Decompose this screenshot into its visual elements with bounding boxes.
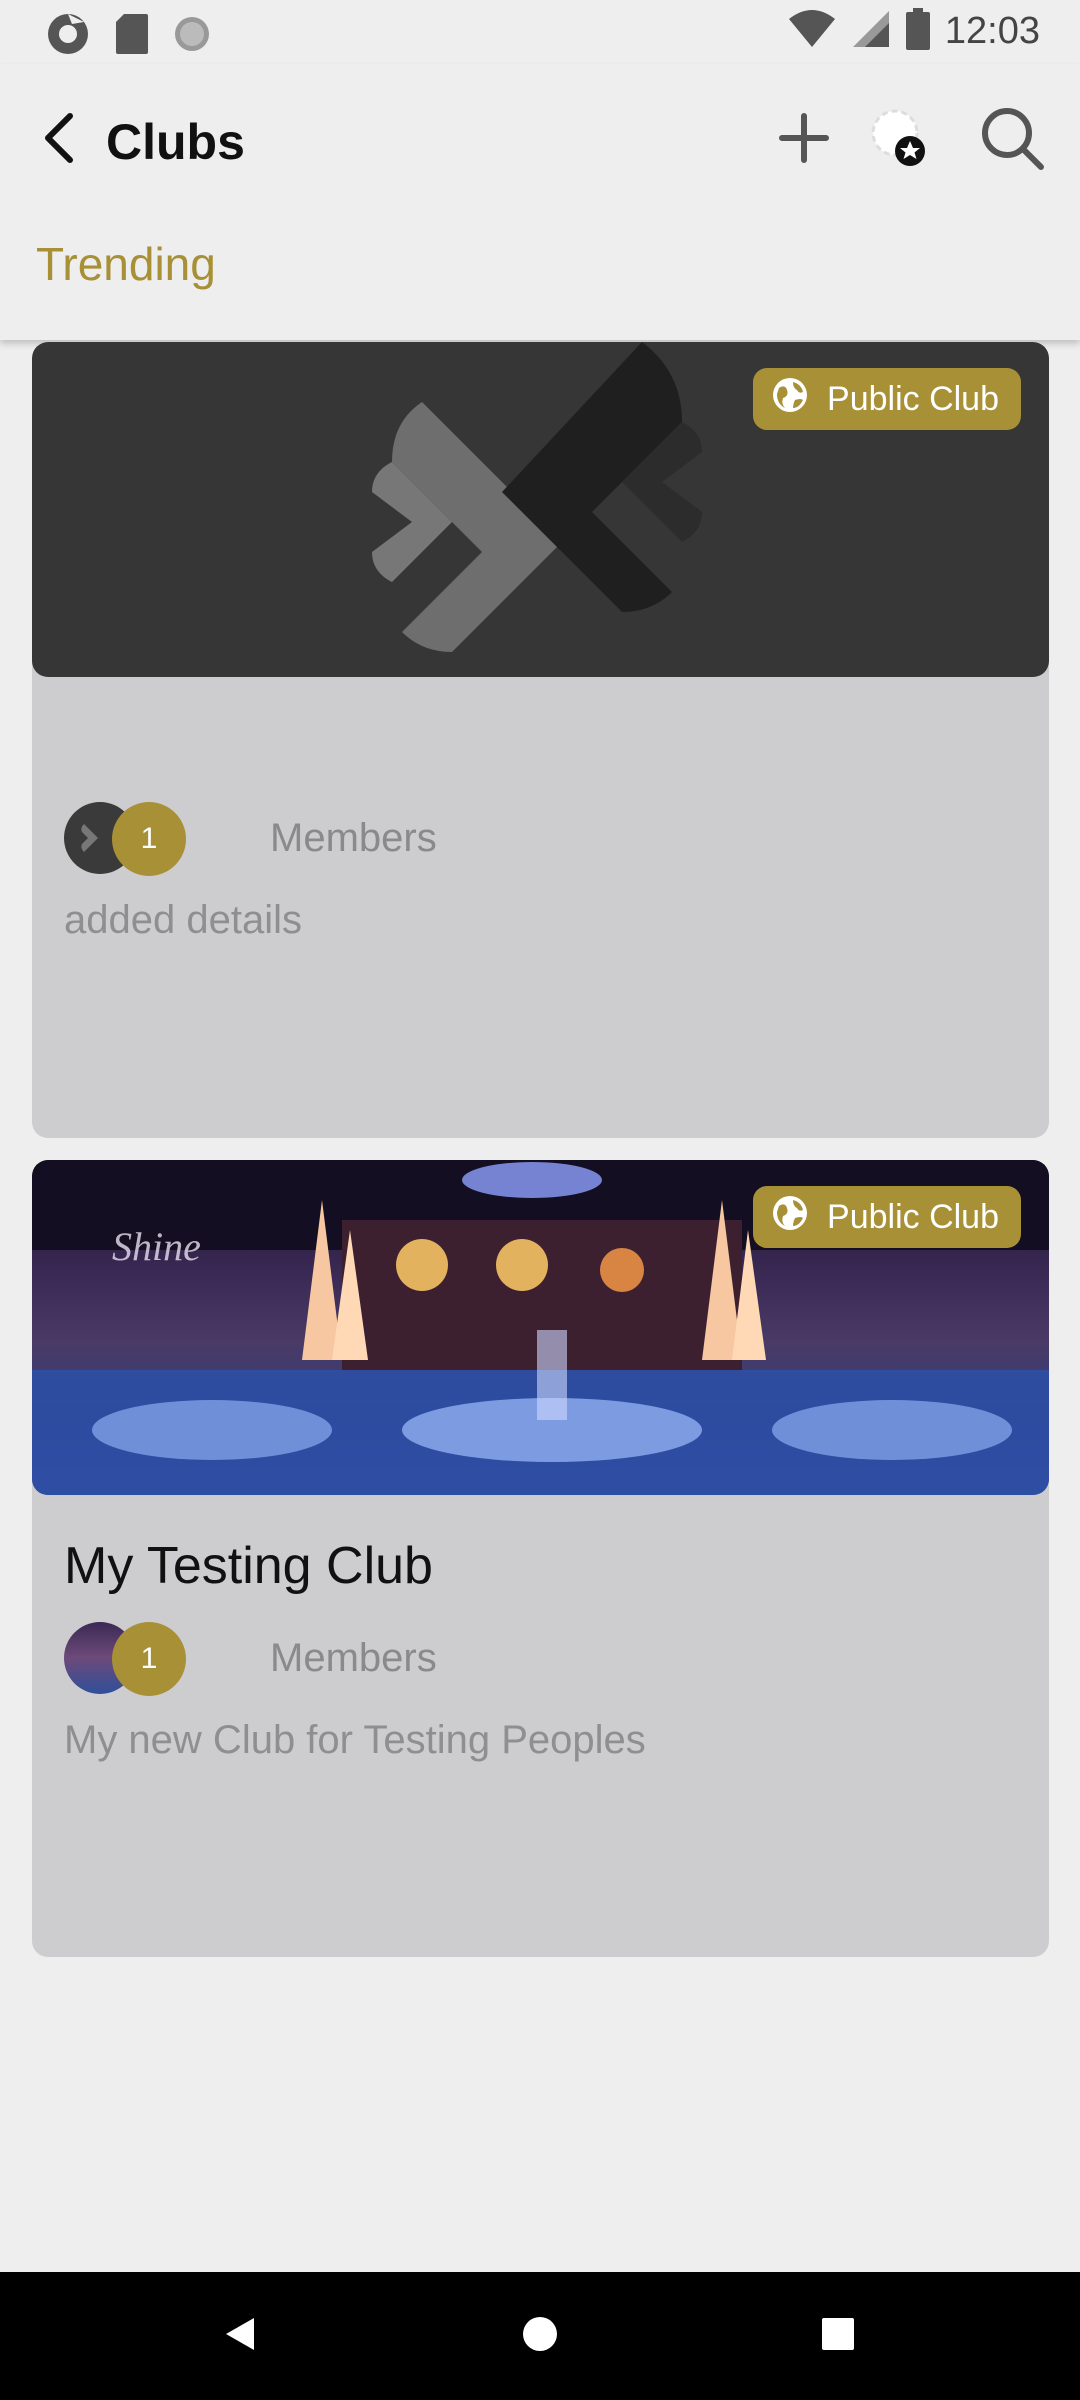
signal-icon bbox=[851, 9, 891, 54]
status-bar: 12:03 bbox=[0, 0, 1080, 64]
home-circle-icon bbox=[520, 2314, 560, 2359]
club-card[interactable]: Public Club 1 Members added details bbox=[32, 342, 1049, 1138]
club-banner: Public Club bbox=[32, 342, 1049, 677]
member-count-badge: 1 bbox=[112, 802, 186, 876]
members-label: Members bbox=[270, 1636, 437, 1680]
achievement-icon bbox=[865, 103, 935, 178]
club-description: added details bbox=[64, 898, 302, 942]
svg-text:Shine: Shine bbox=[112, 1224, 201, 1269]
public-club-badge: Public Club bbox=[753, 368, 1021, 430]
member-count-badge: 1 bbox=[112, 1622, 186, 1696]
tab-trending[interactable]: Trending bbox=[36, 224, 216, 304]
back-button[interactable] bbox=[22, 104, 94, 176]
loading-icon bbox=[172, 14, 212, 59]
back-triangle-icon bbox=[220, 2314, 260, 2359]
globe-icon bbox=[771, 376, 809, 423]
recents-square-icon bbox=[818, 2314, 858, 2359]
page-title: Clubs bbox=[106, 114, 245, 170]
app-bar: Clubs Trending bbox=[0, 64, 1080, 340]
battery-icon bbox=[905, 8, 931, 55]
add-icon bbox=[776, 110, 832, 171]
nav-home-button[interactable] bbox=[504, 2300, 576, 2372]
search-icon bbox=[979, 105, 1045, 176]
club-description: My new Club for Testing Peoples bbox=[64, 1718, 646, 1762]
system-nav-bar bbox=[0, 2272, 1080, 2400]
club-banner: Shine Public Club bbox=[32, 1160, 1049, 1495]
sd-card-icon bbox=[114, 12, 150, 61]
status-time: 12:03 bbox=[944, 10, 1040, 52]
nav-recents-button[interactable] bbox=[802, 2300, 874, 2372]
badge-label: Public Club bbox=[827, 379, 999, 418]
globe-icon bbox=[771, 1194, 809, 1241]
sync-icon bbox=[44, 10, 92, 63]
club-name: My Testing Club bbox=[64, 1537, 433, 1595]
public-club-badge: Public Club bbox=[753, 1186, 1021, 1248]
club-card[interactable]: Shine Public Club My Testing Club 1 Memb… bbox=[32, 1160, 1049, 1957]
search-button[interactable] bbox=[972, 100, 1052, 180]
add-club-button[interactable] bbox=[764, 100, 844, 180]
achievements-button[interactable] bbox=[860, 100, 940, 180]
badge-label: Public Club bbox=[827, 1197, 999, 1236]
members-row[interactable]: 1 Members bbox=[64, 802, 664, 878]
members-row[interactable]: 1 Members bbox=[64, 1622, 664, 1698]
nav-back-button[interactable] bbox=[204, 2300, 276, 2372]
back-arrow-icon bbox=[38, 112, 78, 169]
wifi-icon bbox=[787, 9, 837, 54]
members-label: Members bbox=[270, 816, 437, 860]
